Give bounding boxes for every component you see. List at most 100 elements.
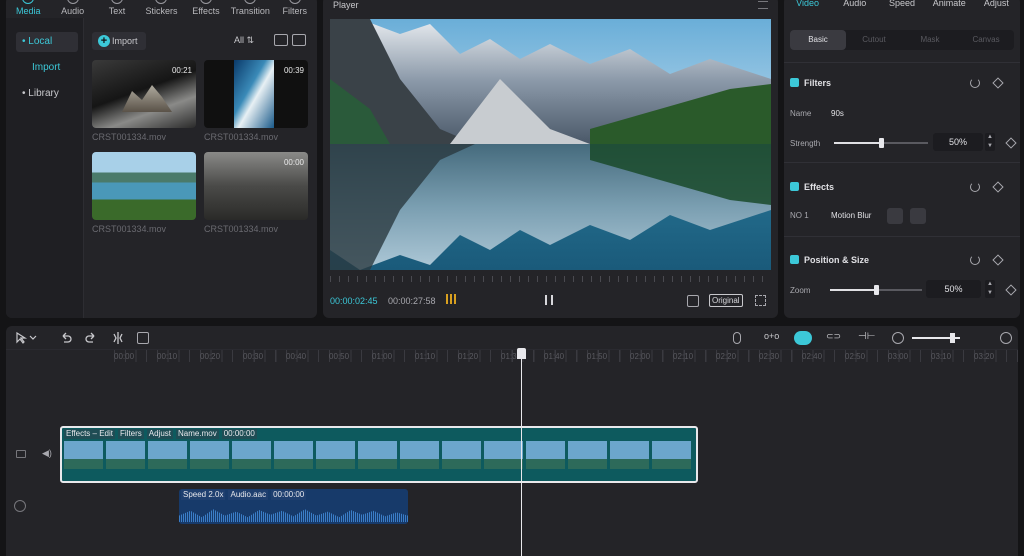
reset-icon[interactable] bbox=[970, 78, 980, 88]
media-sidebar: • Local Import • Library bbox=[6, 18, 84, 318]
tab-label: Audio bbox=[61, 6, 85, 16]
align-icon[interactable]: ⊣⊢ bbox=[858, 331, 875, 343]
effects-header: Effects bbox=[804, 182, 835, 192]
tab-adjust[interactable]: Adjust bbox=[973, 0, 1020, 18]
segment-mask[interactable]: Mask bbox=[902, 30, 958, 50]
clip-label: 00:00:00 bbox=[271, 490, 307, 500]
link-icon[interactable]: o+o bbox=[764, 331, 779, 343]
sidebar-item-local[interactable]: • Local bbox=[16, 32, 78, 52]
reset-icon[interactable] bbox=[970, 255, 980, 265]
menu-icon[interactable] bbox=[758, 1, 768, 9]
edit-icon[interactable] bbox=[887, 208, 903, 224]
tab-text[interactable]: Text bbox=[95, 0, 139, 18]
sidebar-item-import[interactable]: Import bbox=[16, 58, 78, 78]
zoom-fill bbox=[830, 289, 876, 291]
select-tool-icon[interactable] bbox=[16, 331, 37, 344]
pause-button[interactable] bbox=[545, 295, 553, 305]
timeline-tick-label: 00:30 bbox=[243, 352, 264, 361]
tab-video[interactable]: Video bbox=[784, 0, 831, 18]
zoom-out-icon[interactable] bbox=[892, 332, 904, 344]
zoom-knob[interactable] bbox=[874, 285, 879, 295]
delete-icon[interactable] bbox=[137, 332, 149, 344]
sidebar-item-library[interactable]: • Library bbox=[16, 84, 78, 104]
strength-slider[interactable] bbox=[834, 138, 928, 148]
audio-clip[interactable]: Speed 2.0x Audio.aac 00:00:00 bbox=[179, 489, 408, 524]
checkbox-icon[interactable] bbox=[790, 78, 799, 87]
tab-stickers[interactable]: Stickers bbox=[139, 0, 183, 18]
zoom-stepper[interactable]: ▲ ▼ bbox=[985, 280, 995, 298]
property-tabs: Video Audio Speed Animate Adjust bbox=[784, 0, 1020, 18]
media-thumbnail[interactable] bbox=[92, 152, 196, 220]
tab-animate[interactable]: Animate bbox=[926, 0, 973, 18]
tab-audio[interactable]: Audio bbox=[50, 0, 94, 18]
undo-icon[interactable] bbox=[60, 332, 72, 344]
keyframe-icon[interactable] bbox=[1005, 137, 1017, 149]
video-clip[interactable]: Effects – Edit Filters Adjust Name.mov 0… bbox=[60, 426, 698, 483]
playhead[interactable] bbox=[521, 348, 522, 556]
import-button[interactable]: + Import bbox=[92, 32, 146, 50]
mute-icon[interactable]: ◀) bbox=[42, 448, 52, 459]
audio-waveform bbox=[179, 509, 408, 522]
clip-duration: 00:39 bbox=[283, 66, 304, 75]
tab-media[interactable]: Media bbox=[6, 0, 50, 18]
keyframe-icon[interactable] bbox=[992, 77, 1004, 89]
timeline-tick-label: 01:20 bbox=[458, 352, 479, 361]
effects-section-header[interactable]: Effects bbox=[790, 181, 834, 193]
segment-basic[interactable]: Basic bbox=[790, 30, 846, 50]
reset-icon[interactable] bbox=[970, 182, 980, 192]
checkbox-icon[interactable] bbox=[790, 182, 799, 191]
effect-name-value: Motion Blur bbox=[831, 211, 872, 220]
keyframe-icon[interactable] bbox=[1005, 284, 1017, 296]
chain-icon[interactable]: ⊂⊃ bbox=[826, 331, 841, 343]
keyframe-icon[interactable] bbox=[992, 181, 1004, 193]
player-scrubber[interactable] bbox=[330, 276, 771, 282]
timeline-tick-label: 00:10 bbox=[157, 352, 178, 361]
tab-audio[interactable]: Audio bbox=[831, 0, 878, 18]
filter-dropdown[interactable]: All ⇅ bbox=[234, 35, 254, 46]
sort-icon: ⇅ bbox=[246, 35, 255, 45]
list-view-icon[interactable] bbox=[274, 34, 288, 46]
playhead-handle[interactable] bbox=[517, 348, 526, 359]
fit-screen-icon[interactable] bbox=[687, 295, 699, 307]
position-section-header[interactable]: Position & Size bbox=[790, 254, 869, 266]
media-thumbnail[interactable]: 00:00 bbox=[204, 152, 308, 220]
zoom-label: Zoom bbox=[790, 286, 811, 295]
strength-stepper[interactable]: ▲ ▼ bbox=[985, 133, 995, 151]
segment-canvas[interactable]: Canvas bbox=[958, 30, 1014, 50]
keyframe-icon[interactable] bbox=[992, 254, 1004, 266]
timeline-toolbar: o+o ⊂⊃ ⊣⊢ bbox=[6, 326, 1018, 350]
clip-duration: 00:21 bbox=[171, 66, 192, 75]
ratio-button[interactable]: Original bbox=[709, 294, 743, 307]
media-thumbnail[interactable]: 00:21 bbox=[92, 60, 196, 128]
tab-label: Effects bbox=[192, 6, 220, 16]
filters-section-header[interactable]: Filters bbox=[790, 77, 831, 89]
video-preview[interactable] bbox=[330, 19, 771, 270]
timeline-tick-label: 03:20 bbox=[974, 352, 995, 361]
timeline-tick-label: 02:40 bbox=[802, 352, 823, 361]
position-header: Position & Size bbox=[804, 255, 870, 265]
magnet-icon[interactable] bbox=[794, 331, 812, 345]
strength-value[interactable]: 50% bbox=[933, 133, 983, 151]
delete-icon[interactable] bbox=[910, 208, 926, 224]
checkbox-icon[interactable] bbox=[790, 255, 799, 264]
strength-knob[interactable] bbox=[879, 138, 884, 148]
microphone-icon[interactable] bbox=[733, 332, 741, 344]
timeline-zoom-knob[interactable] bbox=[950, 333, 955, 343]
zoom-slider[interactable] bbox=[830, 285, 922, 295]
lake-mountain-image bbox=[330, 19, 771, 270]
tab-speed[interactable]: Speed bbox=[878, 0, 925, 18]
zoom-in-icon[interactable] bbox=[1000, 332, 1012, 344]
zoom-value[interactable]: 50% bbox=[926, 280, 981, 298]
split-icon[interactable] bbox=[112, 332, 124, 344]
segment-cutout[interactable]: Cutout bbox=[846, 30, 902, 50]
tab-effects[interactable]: Effects bbox=[184, 0, 228, 18]
redo-icon[interactable] bbox=[85, 332, 97, 344]
filter-name-value: 90s bbox=[831, 109, 844, 118]
media-thumbnail[interactable]: 00:39 bbox=[204, 60, 308, 128]
fullscreen-icon[interactable] bbox=[755, 295, 766, 306]
timeline-tick-label: 02:20 bbox=[716, 352, 737, 361]
clip-label: Adjust bbox=[146, 429, 174, 439]
grid-view-icon[interactable] bbox=[292, 34, 306, 46]
tab-transition[interactable]: Transition bbox=[228, 0, 272, 18]
tab-filters[interactable]: Filters bbox=[273, 0, 317, 18]
